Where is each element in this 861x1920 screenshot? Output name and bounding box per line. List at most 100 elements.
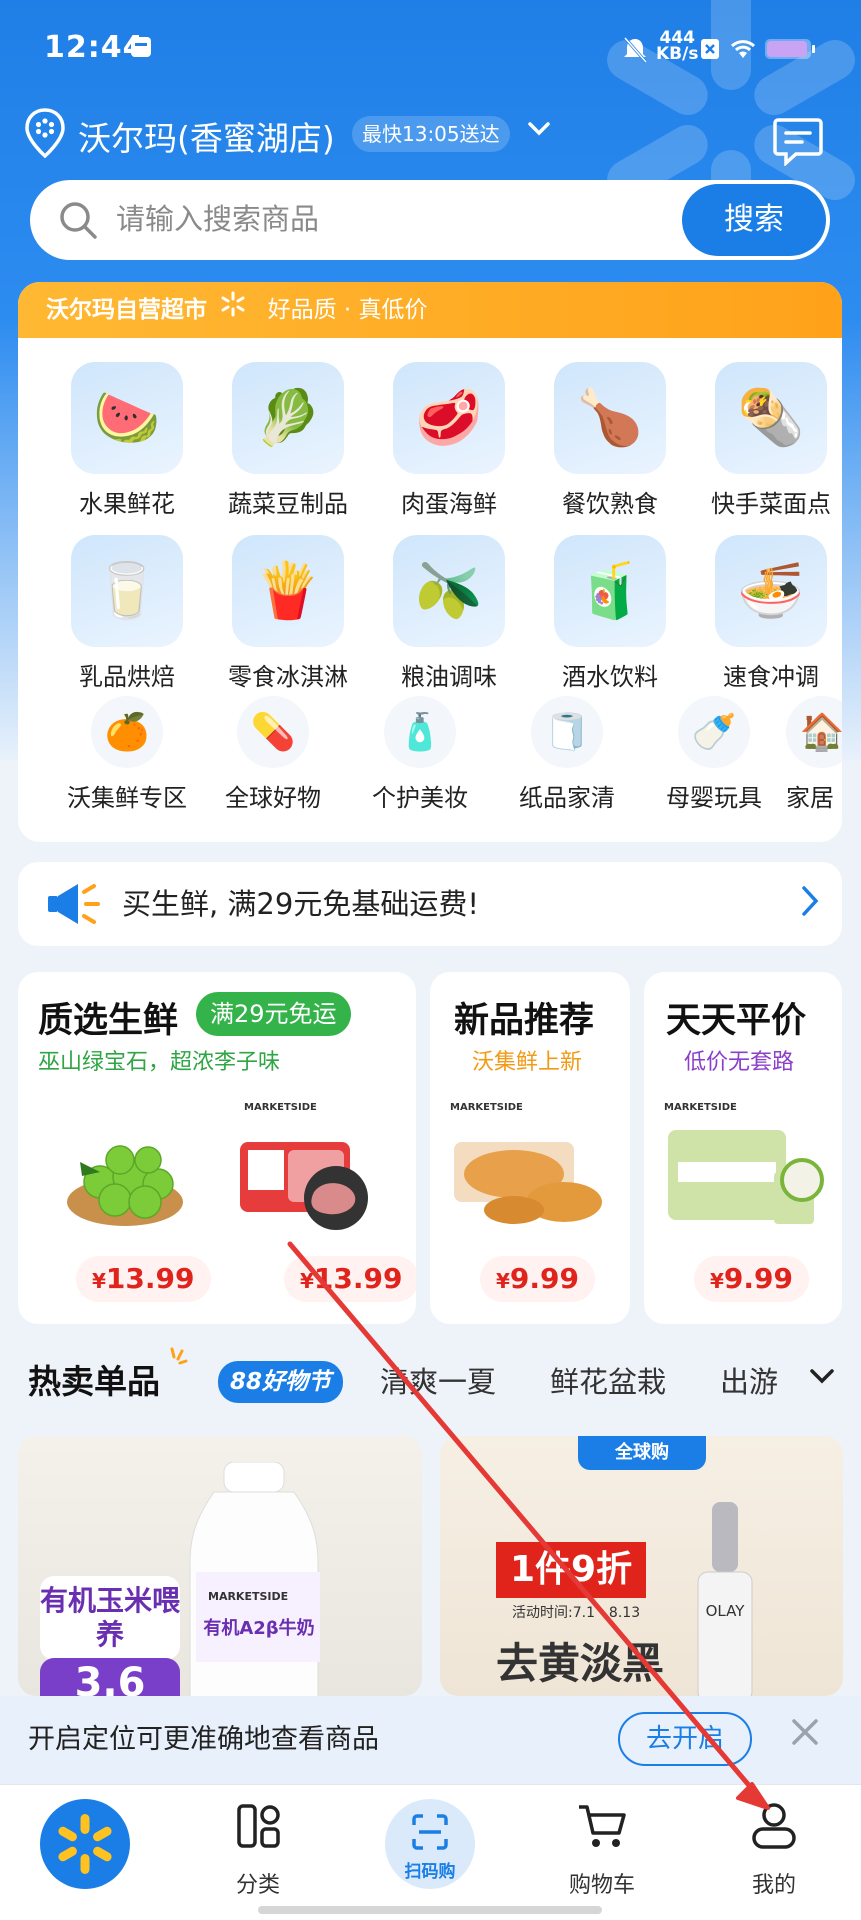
brand-label: 沃尔玛自营超市	[46, 297, 207, 323]
feed-headline: 有机玉米喂养	[40, 1576, 180, 1660]
promo-fresh-card[interactable]: 质选生鲜 满29元免运 巫山绿宝石，超浓李子味 MARKETSIDE ¥13.9…	[18, 972, 416, 1324]
category-deli[interactable]: 🍗 餐饮熟食	[535, 362, 685, 519]
nav-scan[interactable]: 扫码购	[385, 1799, 475, 1889]
status-bar: 12:44 444 KB/s	[0, 0, 861, 100]
category-grain-oil[interactable]: 🫒 粮油调味	[374, 535, 524, 692]
feed-card-olay[interactable]: 全球购 1件9折 活动时间:7.1 - 8.13 去黄淡黑 OLAY	[440, 1436, 843, 1696]
milk-bottle-image: MARKETSIDE 有机A2β牛奶	[178, 1461, 338, 1696]
category-drinks[interactable]: 🧃 酒水饮料	[535, 535, 685, 692]
product-name: 有机A2β牛奶	[203, 1618, 315, 1639]
nav-category[interactable]: 分类	[188, 1785, 328, 1920]
green-plums-image	[60, 1122, 190, 1232]
nav-label: 购物车	[568, 1873, 635, 1898]
close-icon[interactable]	[788, 1714, 822, 1758]
category-label: 纸品家清	[519, 784, 615, 812]
search-icon	[58, 200, 98, 244]
watermelon-icon: 🍉	[71, 362, 183, 474]
promo-daily-card[interactable]: 天天平价 低价无套路 MARKETSIDE ¥9.99	[644, 972, 842, 1324]
category-instant[interactable]: 🍜 速食冲调	[696, 535, 842, 692]
gesture-bar	[258, 1906, 602, 1914]
location-pin-icon[interactable]	[24, 108, 66, 162]
store-name[interactable]: 沃尔玛(香蜜湖店)	[78, 112, 335, 160]
message-icon[interactable]	[772, 116, 824, 170]
battery-icon	[764, 38, 816, 64]
category-label: 快手菜面点	[711, 490, 831, 518]
feed-headline: 去黄淡黑	[496, 1639, 665, 1688]
nav-label: 我的	[751, 1873, 796, 1898]
feed-tabs: 热卖单品 88好物节 清爽一夏 鲜花盆栽 出游	[0, 1345, 861, 1415]
brand-mark: MARKETSIDE	[208, 1590, 289, 1603]
chevron-right-icon[interactable]	[800, 884, 820, 926]
nav-cart[interactable]: 购物车	[532, 1785, 672, 1920]
category-card: 沃尔玛自营超市 好品质 · 真低价 🍉 水果鲜花 🥬 蔬菜豆制品 🥩 肉蛋海鲜 …	[18, 282, 842, 842]
scan-icon	[411, 1813, 449, 1855]
burrito-icon: 🌯	[715, 362, 827, 474]
search-input[interactable]	[116, 180, 676, 260]
grid-icon	[236, 1803, 282, 1853]
walmart-spark-icon	[220, 282, 246, 338]
price-value: 13.99	[313, 1262, 403, 1295]
tissue-icon: 🧻	[531, 696, 603, 768]
promo-subtitle: 低价无套路	[684, 1050, 795, 1075]
promo-title: 天天平价	[666, 1001, 807, 1041]
feed-card-milk[interactable]: 有机玉米喂养 3.6 MARKETSIDE 有机A2β牛奶	[18, 1436, 422, 1696]
category-quick-meals[interactable]: 🌯 快手菜面点	[696, 362, 842, 519]
global-goods-icon: 💊	[237, 696, 309, 768]
tab-summer[interactable]: 清爽一夏	[380, 1359, 496, 1401]
notice-text: 买生鲜, 满29元免基础运费!	[122, 887, 479, 921]
category-label: 家居	[786, 784, 834, 812]
location-permission-banner: 开启定位可更准确地查看商品 去开启	[0, 1696, 861, 1784]
tab-flowers[interactable]: 鲜花盆栽	[550, 1359, 666, 1401]
wifi-icon	[728, 36, 758, 64]
free-shipping-notice[interactable]: 买生鲜, 满29元免基础运费!	[18, 862, 842, 946]
category-label: 个护美妆	[372, 784, 468, 812]
megaphone-icon	[44, 880, 104, 932]
oil-icon: 🫒	[393, 535, 505, 647]
promo-new-card[interactable]: 新品推荐 沃集鲜上新 MARKETSIDE ¥9.99	[430, 972, 630, 1324]
brand-mark: OLAY	[705, 1602, 745, 1620]
instant-food-icon: 🍜	[715, 535, 827, 647]
category-label: 速食冲调	[723, 663, 819, 691]
category-baby-toys[interactable]: 🍼 母婴玩具	[639, 696, 789, 813]
search-button[interactable]: 搜索	[682, 184, 826, 256]
category-fruits-flowers[interactable]: 🍉 水果鲜花	[52, 362, 202, 519]
category-global[interactable]: 💊 全球好物	[198, 696, 348, 813]
category-label: 粮油调味	[401, 663, 497, 691]
baby-formula-icon: 🍼	[678, 696, 750, 768]
delivery-time-badge: 最快13:05送达	[352, 116, 510, 152]
tab-88-festival[interactable]: 88好物节	[218, 1361, 344, 1403]
net-speed: 444 KB/s	[656, 30, 698, 63]
tab-hot-items[interactable]: 热卖单品	[28, 1355, 160, 1403]
location-banner-text: 开启定位可更准确地查看商品	[28, 1724, 379, 1755]
fried-food-icon: 🍗	[554, 362, 666, 474]
user-icon	[750, 1801, 798, 1855]
price-value: 9.99	[509, 1262, 580, 1295]
category-vegetables[interactable]: 🥬 蔬菜豆制品	[213, 362, 363, 519]
category-home[interactable]: 🏠 家居	[786, 696, 842, 813]
discount-badge: 1件9折	[496, 1542, 647, 1598]
mute-icon	[622, 36, 648, 68]
bottom-nav: 分类 扫码购 购物车 我的	[0, 1784, 861, 1920]
category-personal-care[interactable]: 🧴 个护美妆	[345, 696, 495, 813]
chevron-down-icon[interactable]	[808, 1365, 836, 1391]
activity-dates: 活动时间:7.1 - 8.13	[512, 1605, 641, 1621]
home-goods-icon: 🏠	[786, 696, 842, 768]
tab-travel[interactable]: 出游	[720, 1359, 782, 1401]
nav-home[interactable]	[40, 1799, 130, 1889]
category-meat-seafood[interactable]: 🥩 肉蛋海鲜	[374, 362, 524, 519]
currency: ¥	[710, 1269, 724, 1293]
nav-mine[interactable]: 我的	[704, 1785, 844, 1920]
cart-icon	[576, 1801, 628, 1855]
category-snacks[interactable]: 🍟 零食冰淇淋	[213, 535, 363, 692]
category-label: 母婴玩具	[666, 784, 762, 812]
lettuce-icon: 🥬	[232, 362, 344, 474]
category-fresh-zone[interactable]: 🍊 沃集鲜专区	[52, 696, 202, 813]
category-label: 餐饮熟食	[562, 490, 658, 518]
enable-location-button[interactable]: 去开启	[618, 1712, 752, 1766]
chevron-down-icon[interactable]	[526, 118, 552, 144]
free-delivery-tag: 满29元免运	[196, 992, 351, 1036]
snack-icon: 🍟	[232, 535, 344, 647]
price-tag: ¥9.99	[694, 1256, 810, 1302]
category-household[interactable]: 🧻 纸品家清	[492, 696, 642, 813]
category-dairy-bakery[interactable]: 🥛 乳品烘焙	[52, 535, 202, 692]
